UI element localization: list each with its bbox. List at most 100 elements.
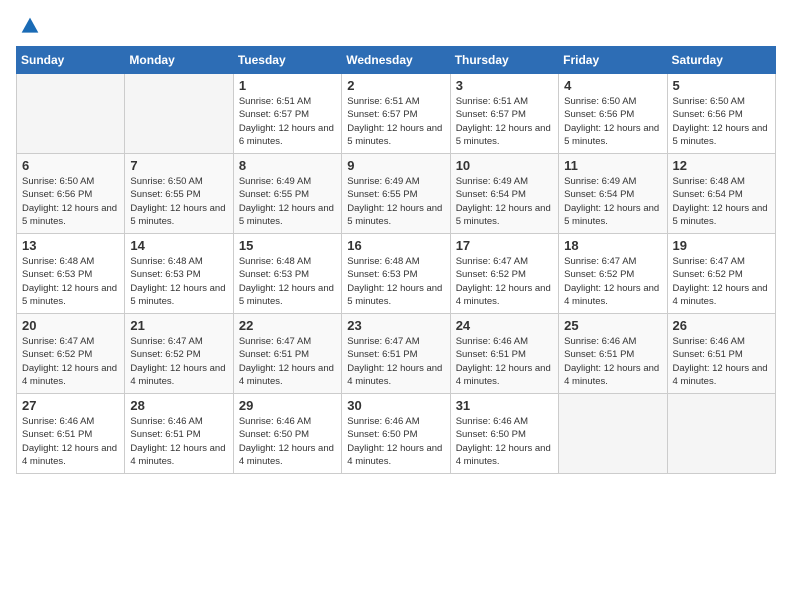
day-number: 7	[130, 158, 227, 173]
calendar-cell: 8 Sunrise: 6:49 AM Sunset: 6:55 PM Daylig…	[233, 154, 341, 234]
cell-info: Sunrise: 6:47 AM Sunset: 6:52 PM Dayligh…	[22, 335, 119, 388]
calendar-cell: 11Sunrise: 6:49 AM Sunset: 6:54 PM Dayli…	[559, 154, 667, 234]
calendar-cell: 20 Sunrise: 6:47 AM Sunset: 6:52 PM Dayli…	[17, 314, 125, 394]
day-number: 30	[347, 398, 444, 413]
cell-info: Sunrise: 6:49 AM Sunset: 6:54 PM Dayligh…	[564, 175, 661, 228]
calendar-cell: 7 Sunrise: 6:50 AM Sunset: 6:55 PM Daylig…	[125, 154, 233, 234]
day-number: 9	[347, 158, 444, 173]
calendar-cell: 6Sunrise: 6:50 AM Sunset: 6:56 PM Daylig…	[17, 154, 125, 234]
cell-info: Sunrise: 6:48 AM Sunset: 6:53 PM Dayligh…	[130, 255, 227, 308]
calendar-cell: 16Sunrise: 6:48 AM Sunset: 6:53 PM Dayli…	[342, 234, 450, 314]
day-number: 25	[564, 318, 661, 333]
cell-info: Sunrise: 6:48 AM Sunset: 6:54 PM Dayligh…	[673, 175, 770, 228]
cell-info: Sunrise: 6:47 AM Sunset: 6:52 PM Dayligh…	[456, 255, 553, 308]
day-number: 17	[456, 238, 553, 253]
calendar-cell: 17 Sunrise: 6:47 AM Sunset: 6:52 PM Dayli…	[450, 234, 558, 314]
cell-info: Sunrise: 6:49 AM Sunset: 6:55 PM Dayligh…	[347, 175, 444, 228]
cell-info: Sunrise: 6:47 AM Sunset: 6:51 PM Dayligh…	[239, 335, 336, 388]
day-number: 1	[239, 78, 336, 93]
calendar-header-row: SundayMondayTuesdayWednesdayThursdayFrid…	[17, 47, 776, 74]
cell-info: Sunrise: 6:50 AM Sunset: 6:56 PM Dayligh…	[564, 95, 661, 148]
calendar-cell: 2 Sunrise: 6:51 AM Sunset: 6:57 PM Daylig…	[342, 74, 450, 154]
calendar-cell: 10 Sunrise: 6:49 AM Sunset: 6:54 PM Dayli…	[450, 154, 558, 234]
day-number: 21	[130, 318, 227, 333]
calendar-cell	[125, 74, 233, 154]
calendar-cell: 3 Sunrise: 6:51 AM Sunset: 6:57 PM Daylig…	[450, 74, 558, 154]
day-number: 18	[564, 238, 661, 253]
calendar-table: SundayMondayTuesdayWednesdayThursdayFrid…	[16, 46, 776, 474]
calendar-cell: 28 Sunrise: 6:46 AM Sunset: 6:51 PM Dayli…	[125, 394, 233, 474]
day-number: 27	[22, 398, 119, 413]
calendar-cell: 18 Sunrise: 6:47 AM Sunset: 6:52 PM Dayli…	[559, 234, 667, 314]
calendar-cell: 13Sunrise: 6:48 AM Sunset: 6:53 PM Dayli…	[17, 234, 125, 314]
calendar-cell: 12 Sunrise: 6:48 AM Sunset: 6:54 PM Dayli…	[667, 154, 775, 234]
calendar-cell: 19 Sunrise: 6:47 AM Sunset: 6:52 PM Dayli…	[667, 234, 775, 314]
day-number: 2	[347, 78, 444, 93]
cell-info: Sunrise: 6:48 AM Sunset: 6:53 PM Dayligh…	[22, 255, 119, 308]
day-number: 19	[673, 238, 770, 253]
page-header	[16, 16, 776, 36]
cell-info: Sunrise: 6:46 AM Sunset: 6:50 PM Dayligh…	[239, 415, 336, 468]
column-header-thursday: Thursday	[450, 47, 558, 74]
calendar-week-row: 27 Sunrise: 6:46 AM Sunset: 6:51 PM Dayli…	[17, 394, 776, 474]
cell-info: Sunrise: 6:46 AM Sunset: 6:51 PM Dayligh…	[456, 335, 553, 388]
cell-info: Sunrise: 6:49 AM Sunset: 6:54 PM Dayligh…	[456, 175, 553, 228]
cell-info: Sunrise: 6:46 AM Sunset: 6:51 PM Dayligh…	[564, 335, 661, 388]
day-number: 31	[456, 398, 553, 413]
calendar-cell: 4Sunrise: 6:50 AM Sunset: 6:56 PM Daylig…	[559, 74, 667, 154]
calendar-cell: 15Sunrise: 6:48 AM Sunset: 6:53 PM Dayli…	[233, 234, 341, 314]
calendar-week-row: 20 Sunrise: 6:47 AM Sunset: 6:52 PM Dayli…	[17, 314, 776, 394]
column-header-monday: Monday	[125, 47, 233, 74]
calendar-week-row: 13Sunrise: 6:48 AM Sunset: 6:53 PM Dayli…	[17, 234, 776, 314]
cell-info: Sunrise: 6:51 AM Sunset: 6:57 PM Dayligh…	[347, 95, 444, 148]
calendar-week-row: 6Sunrise: 6:50 AM Sunset: 6:56 PM Daylig…	[17, 154, 776, 234]
day-number: 8	[239, 158, 336, 173]
column-header-tuesday: Tuesday	[233, 47, 341, 74]
cell-info: Sunrise: 6:46 AM Sunset: 6:51 PM Dayligh…	[673, 335, 770, 388]
column-header-wednesday: Wednesday	[342, 47, 450, 74]
calendar-cell	[667, 394, 775, 474]
logo-icon	[20, 16, 40, 36]
day-number: 28	[130, 398, 227, 413]
logo	[16, 16, 40, 36]
cell-info: Sunrise: 6:51 AM Sunset: 6:57 PM Dayligh…	[456, 95, 553, 148]
day-number: 5	[673, 78, 770, 93]
cell-info: Sunrise: 6:51 AM Sunset: 6:57 PM Dayligh…	[239, 95, 336, 148]
day-number: 26	[673, 318, 770, 333]
calendar-cell: 25 Sunrise: 6:46 AM Sunset: 6:51 PM Dayli…	[559, 314, 667, 394]
column-header-friday: Friday	[559, 47, 667, 74]
calendar-cell: 31 Sunrise: 6:46 AM Sunset: 6:50 PM Dayli…	[450, 394, 558, 474]
calendar-cell: 26 Sunrise: 6:46 AM Sunset: 6:51 PM Dayli…	[667, 314, 775, 394]
calendar-cell	[559, 394, 667, 474]
day-number: 23	[347, 318, 444, 333]
cell-info: Sunrise: 6:50 AM Sunset: 6:56 PM Dayligh…	[673, 95, 770, 148]
calendar-cell: 29Sunrise: 6:46 AM Sunset: 6:50 PM Dayli…	[233, 394, 341, 474]
column-header-saturday: Saturday	[667, 47, 775, 74]
day-number: 12	[673, 158, 770, 173]
day-number: 10	[456, 158, 553, 173]
cell-info: Sunrise: 6:47 AM Sunset: 6:51 PM Dayligh…	[347, 335, 444, 388]
calendar-cell: 30 Sunrise: 6:46 AM Sunset: 6:50 PM Dayli…	[342, 394, 450, 474]
cell-info: Sunrise: 6:46 AM Sunset: 6:50 PM Dayligh…	[456, 415, 553, 468]
day-number: 20	[22, 318, 119, 333]
day-number: 3	[456, 78, 553, 93]
calendar-cell	[17, 74, 125, 154]
calendar-cell: 1 Sunrise: 6:51 AM Sunset: 6:57 PM Daylig…	[233, 74, 341, 154]
cell-info: Sunrise: 6:49 AM Sunset: 6:55 PM Dayligh…	[239, 175, 336, 228]
calendar-cell: 24Sunrise: 6:46 AM Sunset: 6:51 PM Dayli…	[450, 314, 558, 394]
cell-info: Sunrise: 6:47 AM Sunset: 6:52 PM Dayligh…	[130, 335, 227, 388]
calendar-cell: 22 Sunrise: 6:47 AM Sunset: 6:51 PM Dayli…	[233, 314, 341, 394]
cell-info: Sunrise: 6:48 AM Sunset: 6:53 PM Dayligh…	[239, 255, 336, 308]
calendar-cell: 27Sunrise: 6:46 AM Sunset: 6:51 PM Dayli…	[17, 394, 125, 474]
cell-info: Sunrise: 6:48 AM Sunset: 6:53 PM Dayligh…	[347, 255, 444, 308]
cell-info: Sunrise: 6:46 AM Sunset: 6:50 PM Dayligh…	[347, 415, 444, 468]
calendar-cell: 23 Sunrise: 6:47 AM Sunset: 6:51 PM Dayli…	[342, 314, 450, 394]
calendar-week-row: 1 Sunrise: 6:51 AM Sunset: 6:57 PM Daylig…	[17, 74, 776, 154]
calendar-cell: 9 Sunrise: 6:49 AM Sunset: 6:55 PM Daylig…	[342, 154, 450, 234]
cell-info: Sunrise: 6:46 AM Sunset: 6:51 PM Dayligh…	[130, 415, 227, 468]
cell-info: Sunrise: 6:50 AM Sunset: 6:55 PM Dayligh…	[130, 175, 227, 228]
cell-info: Sunrise: 6:47 AM Sunset: 6:52 PM Dayligh…	[673, 255, 770, 308]
calendar-cell: 5 Sunrise: 6:50 AM Sunset: 6:56 PM Daylig…	[667, 74, 775, 154]
day-number: 22	[239, 318, 336, 333]
cell-info: Sunrise: 6:47 AM Sunset: 6:52 PM Dayligh…	[564, 255, 661, 308]
